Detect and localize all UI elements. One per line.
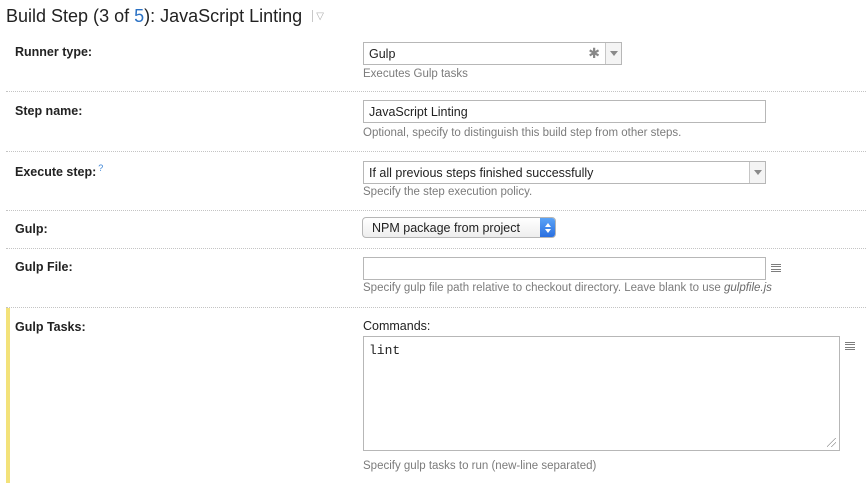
execute-step-hint: Specify the step execution policy. (363, 186, 533, 198)
step-name-label: Step name: (15, 104, 83, 118)
step-name-input[interactable]: JavaScript Linting (363, 100, 766, 123)
build-step-header: Build Step (3 of 5): JavaScript Linting … (6, 5, 324, 27)
gulp-source-select[interactable]: NPM package from project (362, 217, 556, 238)
step-name-hint: Optional, specify to distinguish this bu… (363, 127, 682, 139)
commands-label: Commands: (363, 319, 431, 333)
resize-grip-icon[interactable] (827, 438, 836, 447)
current-step-number: 3 (99, 5, 110, 26)
dropdown-arrow-icon[interactable] (749, 162, 765, 183)
execute-step-row: Execute step:? If all previous steps fin… (6, 152, 866, 211)
chevron-down-icon: ▽ (316, 10, 324, 22)
execute-step-label-text: Execute step: (15, 165, 97, 180)
help-icon[interactable]: ? (98, 163, 103, 173)
gulp-file-label: Gulp File: (15, 260, 73, 274)
title-prefix: Build Step ( (6, 5, 100, 26)
dropdown-arrow-icon[interactable] (605, 43, 621, 64)
gulp-source-value: NPM package from project (372, 220, 520, 235)
gulp-label: Gulp: (15, 222, 48, 236)
commands-text: lint (369, 343, 401, 358)
title-suffix: ): JavaScript Linting (144, 5, 303, 26)
select-stepper-icon (540, 218, 555, 237)
runner-type-select[interactable]: Gulp ✱ (363, 42, 622, 65)
page-title: Build Step (3 of 5): JavaScript Linting (6, 6, 302, 27)
gulp-file-hint-text: Specify gulp file path relative to check… (363, 282, 724, 294)
execute-step-select[interactable]: If all previous steps finished successfu… (363, 161, 766, 184)
gulp-file-hint: Specify gulp file path relative to check… (363, 282, 772, 294)
execute-step-label: Execute step:? (15, 163, 103, 179)
step-menu-button[interactable]: ▽ (312, 10, 324, 22)
total-steps-link[interactable]: 5 (134, 6, 144, 26)
gulp-file-default-name: gulpfile.js (723, 282, 772, 294)
gulp-tasks-label: Gulp Tasks: (15, 320, 86, 334)
asterisk-icon: ✱ (588, 45, 600, 61)
runner-type-hint: Executes Gulp tasks (363, 68, 468, 80)
list-icon[interactable] (845, 342, 855, 350)
runner-type-row: Runner type: Gulp ✱ Executes Gulp tasks (6, 37, 866, 92)
runner-type-label: Runner type: (15, 45, 93, 59)
title-of-text: of (109, 5, 135, 26)
runner-type-value: Gulp (369, 46, 396, 61)
commands-textarea[interactable]: lint (363, 336, 840, 451)
gulp-tasks-row: Gulp Tasks: Commands: lint Specify gulp … (6, 308, 866, 483)
gulp-file-row: Gulp File: Specify gulp file path relati… (6, 249, 866, 308)
gulp-row: Gulp: NPM package from project (6, 211, 866, 249)
execute-step-value: If all previous steps finished successfu… (369, 165, 594, 180)
gulp-file-input[interactable] (363, 257, 766, 280)
menu-divider (312, 10, 314, 22)
gulp-tasks-hint: Specify gulp tasks to run (new-line sepa… (363, 460, 597, 472)
step-name-row: Step name: JavaScript Linting Optional, … (6, 92, 866, 152)
list-icon[interactable] (771, 264, 781, 272)
